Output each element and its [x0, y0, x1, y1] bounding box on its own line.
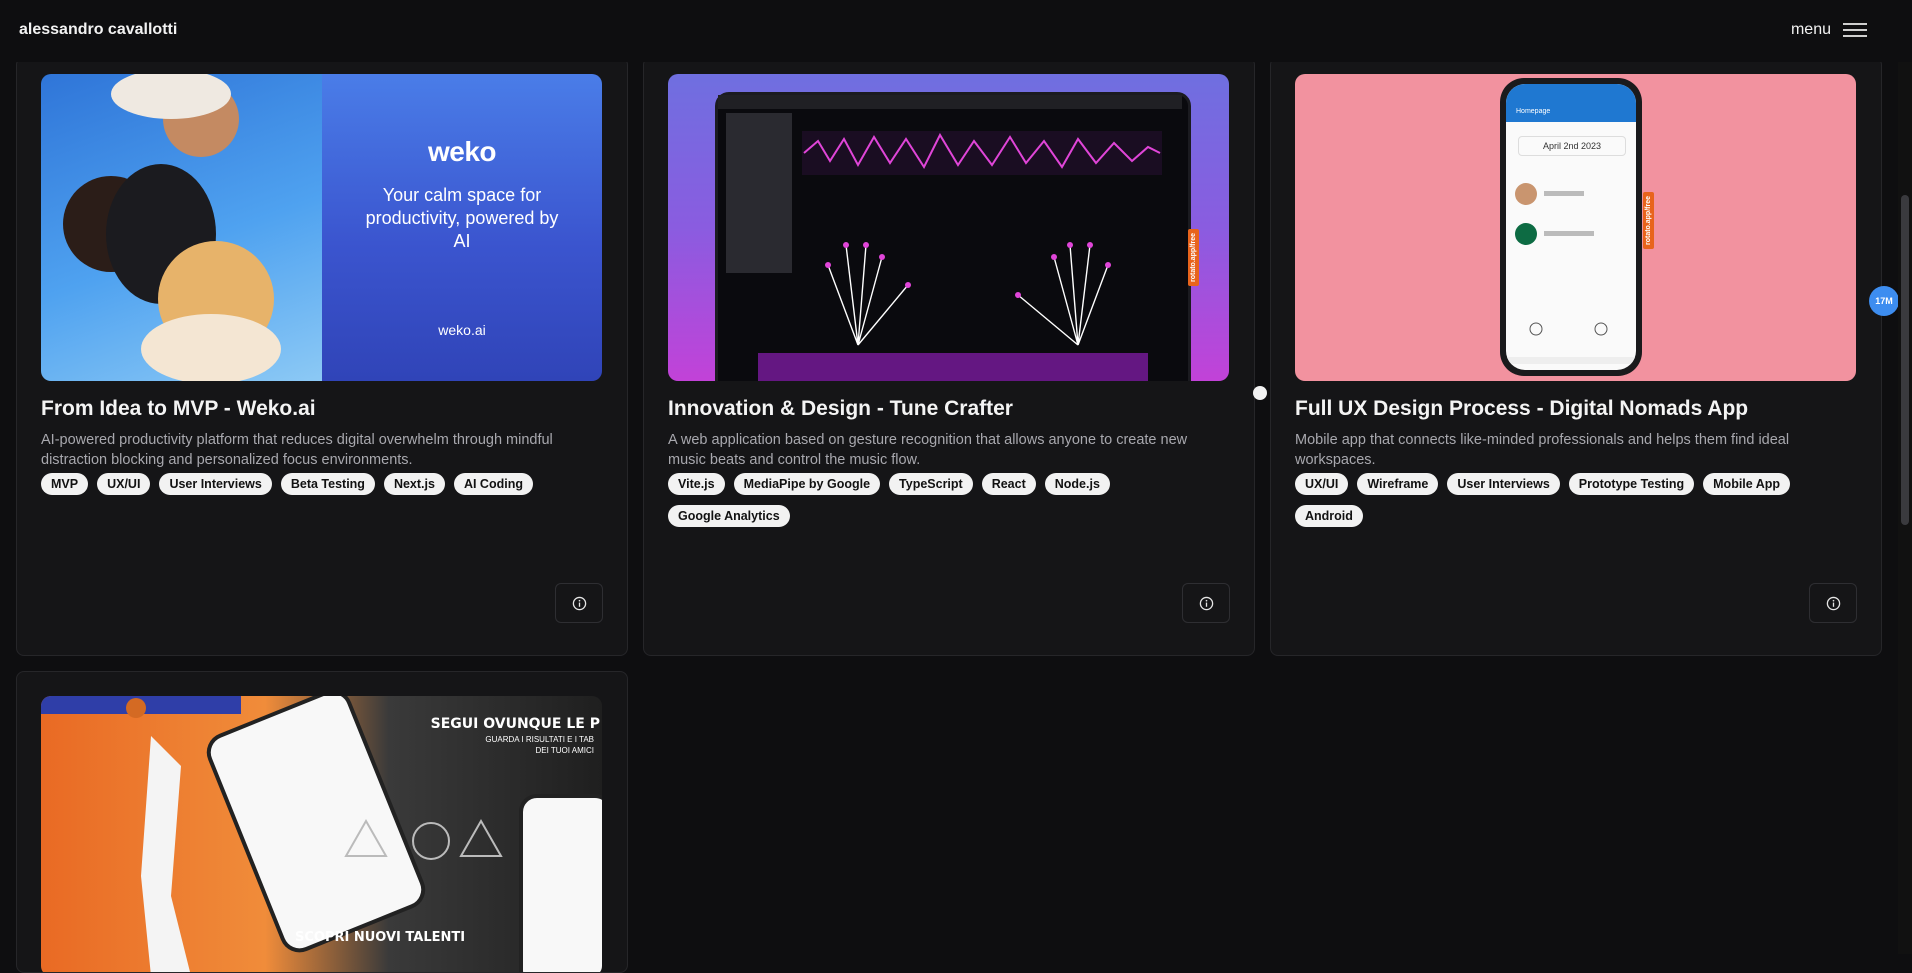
project-description: AI-powered productivity platform that re… [41, 432, 553, 468]
extension-badge[interactable]: 17M [1869, 286, 1899, 316]
scrollbar[interactable] [1898, 0, 1912, 954]
scrollbar-thumb[interactable] [1901, 195, 1909, 525]
tag-list: MVP UX/UI User Interviews Beta Testing N… [41, 473, 611, 495]
tag: Next.js [383, 473, 445, 495]
menu-label: menu [1790, 21, 1831, 38]
tag: TypeScript [889, 473, 973, 495]
project-card-weko[interactable]: weko Your calm space for productivity, p… [16, 57, 628, 656]
project-card-basketball-app[interactable]: SEGUI OVUNQUE LE P GUARDA I RISULTATI E … [16, 671, 628, 973]
tag: Android [1295, 505, 1363, 527]
rotato-watermark: rotato.app/free [1643, 192, 1654, 250]
tag: Mobile App [1703, 473, 1791, 495]
info-icon [572, 596, 586, 610]
tag: UX/UI [97, 473, 151, 495]
basketball-background: SEGUI OVUNQUE LE P GUARDA I RISULTATI E … [41, 696, 602, 972]
tag-list: UX/UI Wireframe User Interviews Prototyp… [1295, 473, 1865, 527]
promo-bottom: SCOPRI NUOVI TALENTI [295, 930, 466, 945]
phone-mockup: Homepage April 2nd 2023 [1500, 78, 1642, 376]
laptop-mockup [715, 92, 1191, 381]
project-title[interactable]: Innovation & Design - Tune Crafter [668, 397, 1013, 421]
tag: Vite.js [668, 473, 725, 495]
tag: React [981, 473, 1036, 495]
top-bar: alessandro cavallotti menu [0, 0, 1912, 62]
project-thumbnail[interactable]: SEGUI OVUNQUE LE P GUARDA I RISULTATI E … [41, 696, 602, 972]
site-brand[interactable]: alessandro cavallotti [19, 21, 177, 39]
info-icon [1199, 596, 1213, 610]
tag: Prototype Testing [1568, 473, 1695, 495]
tag-list: Vite.js MediaPipe by Google TypeScript R… [668, 473, 1238, 527]
project-thumbnail[interactable]: weko Your calm space for productivity, p… [41, 74, 602, 381]
tag: User Interviews [159, 473, 272, 495]
weko-panel: weko Your calm space for productivity, p… [322, 74, 602, 381]
tag: Google Analytics [668, 505, 790, 527]
project-card-tune-crafter[interactable]: rotato.app/free Innovation & Design - Tu… [643, 57, 1255, 656]
weko-url: weko.ai [438, 322, 486, 338]
phone-screen: Homepage April 2nd 2023 [1506, 84, 1636, 370]
project-description: A web application based on gesture recog… [668, 432, 1188, 468]
tag: UX/UI [1295, 473, 1349, 495]
project-title[interactable]: From Idea to MVP - Weko.ai [41, 397, 316, 421]
promo-headline: SEGUI OVUNQUE LE P [430, 716, 600, 732]
info-button[interactable] [555, 583, 603, 623]
tag: Wireframe [1357, 473, 1439, 495]
info-icon [1826, 596, 1840, 610]
project-thumbnail[interactable]: rotato.app/free [668, 74, 1229, 381]
people-photo [41, 74, 322, 381]
tag: AI Coding [453, 473, 533, 495]
tag: Beta Testing [280, 473, 375, 495]
project-card-digital-nomads[interactable]: Homepage April 2nd 2023 rotato.app/free … [1270, 57, 1882, 656]
rotato-watermark: rotato.app/free [1188, 229, 1199, 287]
tag: Node.js [1044, 473, 1110, 495]
weko-tagline: Your calm space for productivity, powere… [365, 185, 559, 251]
tag: MVP [41, 473, 89, 495]
screen-date: April 2nd 2023 [1518, 136, 1626, 156]
weko-logo: weko [427, 136, 497, 167]
tag: MediaPipe by Google [733, 473, 881, 495]
info-button[interactable] [1182, 583, 1230, 623]
promo-subline: GUARDA I RISULTATI E I TAB DEI TUOI AMIC… [485, 735, 594, 755]
screen-title: Homepage [1506, 84, 1636, 122]
tag: User Interviews [1447, 473, 1560, 495]
menu-button[interactable]: menu [1791, 21, 1867, 39]
hamburger-icon [1843, 23, 1867, 37]
info-button[interactable] [1809, 583, 1857, 623]
project-thumbnail[interactable]: Homepage April 2nd 2023 rotato.app/free [1295, 74, 1856, 381]
project-description: Mobile app that connects like-minded pro… [1295, 432, 1790, 468]
cursor-dot [1253, 386, 1267, 400]
project-title[interactable]: Full UX Design Process - Digital Nomads … [1295, 397, 1748, 421]
